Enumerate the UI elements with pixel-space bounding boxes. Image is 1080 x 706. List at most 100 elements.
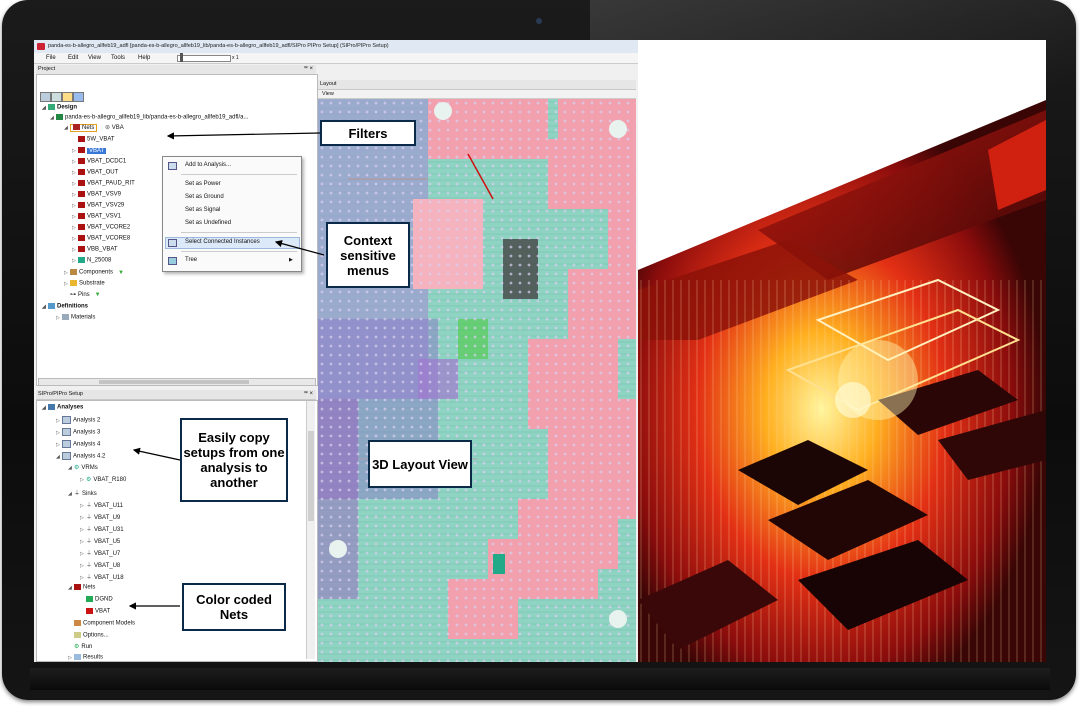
toolbar-view-icon[interactable] bbox=[40, 92, 51, 102]
net-icon bbox=[78, 246, 85, 252]
menu-tree[interactable]: Tree bbox=[185, 257, 197, 263]
menu-separator bbox=[181, 232, 297, 233]
analysis-item[interactable]: ▷ Analysis 3 bbox=[56, 428, 100, 436]
sink-item[interactable]: ▷ ⏚ VBAT_U18 bbox=[80, 572, 124, 581]
menu-tools[interactable]: Tools bbox=[111, 55, 125, 61]
tree-pins[interactable]: ⊶ Pins ▼ bbox=[70, 291, 101, 298]
sink-item[interactable]: ▷ ⏚ VBAT_U8 bbox=[80, 560, 120, 569]
setup-net-label: DGND bbox=[95, 596, 113, 603]
menu-set-as-signal[interactable]: Set as Signal bbox=[185, 207, 220, 213]
layout-pane-header: Layout bbox=[318, 80, 636, 90]
menu-select-connected-instances[interactable]: Select Connected Instances bbox=[185, 239, 260, 245]
menu-edit[interactable]: Edit bbox=[68, 55, 78, 61]
setup-net-item[interactable]: VBAT bbox=[86, 608, 110, 615]
menu-set-as-ground[interactable]: Set as Ground bbox=[185, 194, 224, 200]
analysis-icon bbox=[62, 440, 71, 448]
setup-vertical-scrollbar[interactable] bbox=[306, 401, 315, 659]
toolbar-grid-icon[interactable] bbox=[51, 92, 62, 102]
pane-pin-close-icon[interactable]: ꟹ × bbox=[304, 65, 313, 72]
design-icon bbox=[48, 104, 55, 110]
window-titlebar: panda-es-b-allegro_allfeb19_adfl [panda-… bbox=[34, 40, 638, 54]
net-item[interactable]: ▷ VBAT_PAUD_RIT bbox=[72, 180, 135, 187]
menu-set-as-power[interactable]: Set as Power bbox=[185, 181, 221, 187]
pcb-layout-canvas[interactable] bbox=[318, 99, 636, 662]
net-item[interactable]: ▷ VBB_VBAT bbox=[72, 246, 118, 253]
filter-funnel-icon[interactable]: ▼ bbox=[118, 270, 124, 276]
filter-icon[interactable]: ⊛ bbox=[105, 125, 110, 131]
analysis-item[interactable]: ▷ Analysis 4 bbox=[56, 440, 100, 448]
sink-item[interactable]: ▷ ⏚ VBAT_U5 bbox=[80, 536, 120, 545]
net-item[interactable]: ▷ VBAT_VCORE2 bbox=[72, 224, 130, 231]
context-menu: Add to Analysis... Set as Power Set as G… bbox=[162, 156, 302, 272]
net-item-selected[interactable]: ▷ VBAT bbox=[72, 147, 107, 154]
scrollbar-thumb[interactable] bbox=[99, 380, 249, 384]
tree-sinks[interactable]: ◢ ⏚ Sinks bbox=[68, 488, 97, 497]
net-item[interactable]: ▷ VBAT_VCORE8 bbox=[72, 235, 130, 242]
toolbar-refresh-icon[interactable] bbox=[73, 92, 84, 102]
toolbar-folder-icon[interactable] bbox=[62, 92, 73, 102]
filter-funnel-icon[interactable]: ▼ bbox=[95, 292, 101, 298]
analysis-icon bbox=[62, 428, 71, 436]
menu-file[interactable]: File bbox=[46, 55, 56, 61]
net-item[interactable]: ▷ VBAT_VSV1 bbox=[72, 213, 121, 220]
net-item[interactable]: ▷ VBAT_VSV9 bbox=[72, 191, 121, 198]
menu-help[interactable]: Help bbox=[138, 55, 150, 61]
net-item-label: VBAT_OUT bbox=[87, 169, 119, 176]
tree-components-label: Components bbox=[79, 269, 114, 276]
net-item[interactable]: ▷ VBAT_OUT bbox=[72, 169, 118, 176]
analysis-icon bbox=[62, 452, 71, 460]
analysis-item[interactable]: ◢ Analysis 4.2 bbox=[56, 452, 105, 460]
net-item[interactable]: ▷ N_25008 bbox=[72, 257, 111, 264]
substrate-icon bbox=[70, 280, 77, 286]
tree-design[interactable]: ◢ Design bbox=[42, 104, 77, 111]
callout-filters: Filters bbox=[320, 120, 416, 146]
scrollbar-thumb[interactable] bbox=[308, 431, 314, 521]
tree-vrms[interactable]: ◢ ⚙ VRMs bbox=[68, 464, 98, 471]
net-icon bbox=[78, 224, 85, 230]
sink-label: VBAT_U9 bbox=[94, 515, 121, 521]
layout-pane-subbar: View bbox=[318, 90, 636, 99]
menu-set-as-undefined[interactable]: Set as Undefined bbox=[185, 220, 231, 226]
tree-run[interactable]: ⚙ Run bbox=[74, 643, 92, 650]
net-item[interactable]: ▷ VBAT_DCDC1 bbox=[72, 158, 126, 165]
tree-nets[interactable]: ◢ Nets ⊛ VBA bbox=[64, 124, 124, 132]
tree-definitions[interactable]: ◢ Definitions bbox=[42, 303, 88, 310]
tree-options[interactable]: Options... bbox=[74, 632, 109, 639]
analysis-icon bbox=[62, 416, 71, 424]
project-horizontal-scrollbar[interactable] bbox=[38, 378, 316, 386]
3d-layout-render bbox=[638, 40, 1046, 662]
zoom-slider-handle[interactable] bbox=[180, 53, 183, 62]
setup-pane-title: SIPro/PIPro Setup bbox=[38, 391, 83, 397]
sink-item[interactable]: ▷ ⏚ VBAT_U11 bbox=[80, 500, 123, 509]
analysis-label: Analysis 4.2 bbox=[73, 453, 106, 460]
laptop-chin bbox=[30, 668, 1050, 690]
setup-net-item[interactable]: DGND bbox=[86, 596, 113, 603]
pane-pin-close-icon[interactable]: ꟹ × bbox=[304, 390, 313, 397]
tree-results[interactable]: ▷ Results bbox=[68, 654, 103, 661]
callout-color-coded-nets: Color coded Nets bbox=[182, 583, 286, 631]
layout-view-menu[interactable]: View bbox=[322, 91, 334, 97]
materials-icon bbox=[62, 314, 69, 320]
menu-view[interactable]: View bbox=[88, 55, 101, 61]
sink-item[interactable]: ▷ ⏚ VBAT_U7 bbox=[80, 548, 120, 557]
analysis-item[interactable]: ▷ Analysis 2 bbox=[56, 416, 100, 424]
tree-analyses[interactable]: ◢ Analyses bbox=[42, 404, 83, 411]
zoom-slider[interactable] bbox=[177, 55, 231, 62]
menu-add-to-analysis[interactable]: Add to Analysis... bbox=[185, 162, 231, 168]
sink-item[interactable]: ▷ ⏚ VBAT_U31 bbox=[80, 524, 124, 533]
tree-component-models[interactable]: Component Models bbox=[74, 620, 135, 627]
sink-item[interactable]: ▷ ⏚ VBAT_U9 bbox=[80, 512, 120, 521]
callout-context-menus: Context sensitive menus bbox=[326, 222, 410, 288]
tree-setup-nets[interactable]: ◢ Nets bbox=[68, 584, 95, 591]
vrm-item[interactable]: ▷ ⚙ VBAT_R180 bbox=[80, 476, 126, 483]
net-filter-input[interactable]: VBA bbox=[112, 125, 124, 131]
submenu-arrow-icon: ▶ bbox=[289, 257, 293, 263]
net-item[interactable]: ▷ VBAT_VSV29 bbox=[72, 202, 124, 209]
tree-design-file[interactable]: ◢ panda-es-b-allegro_allfeb19_lib/panda-e… bbox=[50, 114, 248, 121]
tree-components[interactable]: ▷ Components ▼ bbox=[64, 269, 124, 276]
net-item-label: N_25008 bbox=[87, 257, 112, 264]
net-icon bbox=[78, 136, 85, 142]
tree-materials[interactable]: ▷ Materials bbox=[56, 314, 95, 321]
tree-substrate[interactable]: ▷ Substrate bbox=[64, 280, 105, 287]
net-item[interactable]: 5W_VBAT bbox=[78, 136, 115, 143]
